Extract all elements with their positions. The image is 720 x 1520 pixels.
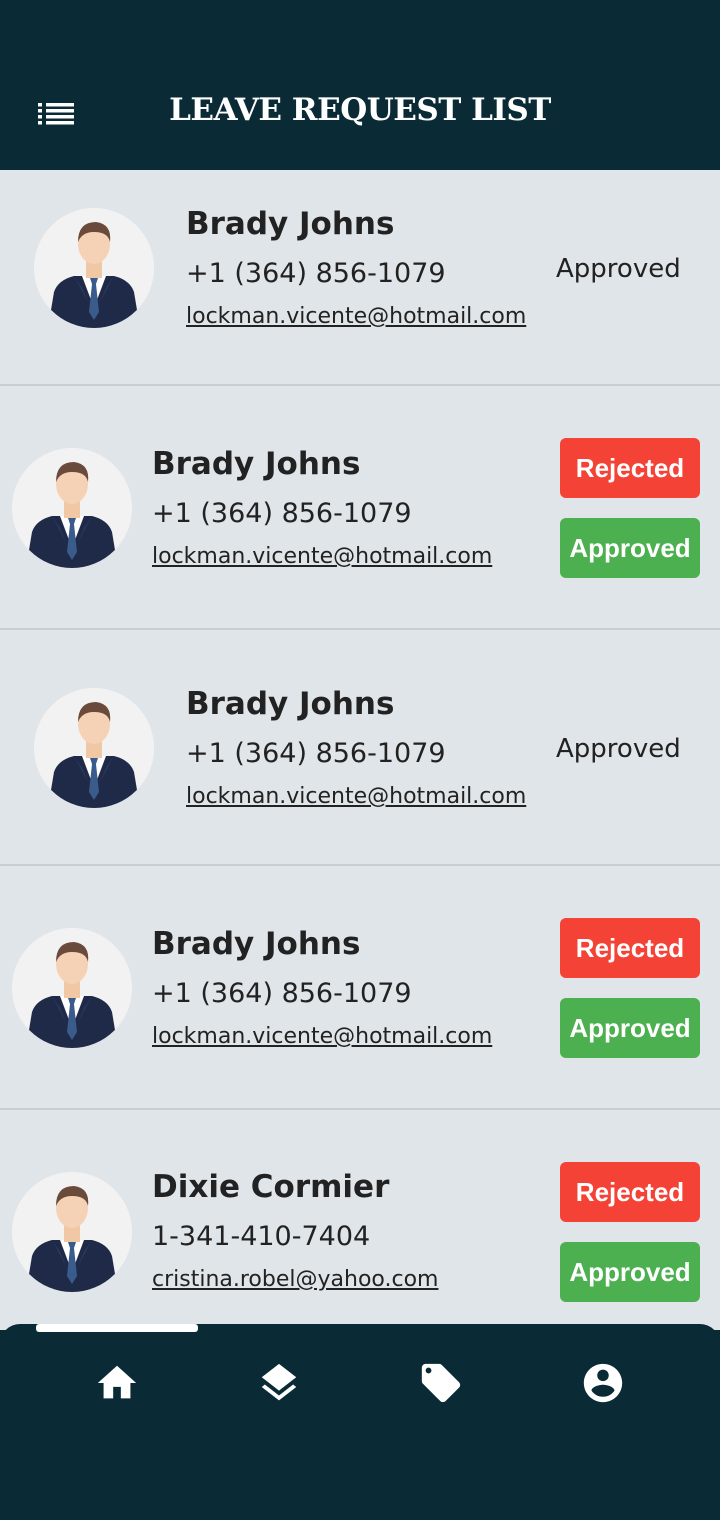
employee-email[interactable]: cristina.robel@yahoo.com	[152, 1267, 438, 1292]
employee-email[interactable]: lockman.vicente@hotmail.com	[152, 1024, 492, 1049]
person-avatar-icon	[34, 208, 154, 328]
app-header: LEAVE REQUEST LIST	[0, 0, 720, 170]
leave-request-list: Brady Johns +1 (364) 856-1079 lockman.vi…	[0, 170, 720, 1330]
avatar	[12, 928, 132, 1048]
avatar	[34, 688, 154, 808]
employee-phone: +1 (364) 856-1079	[152, 978, 412, 1009]
person-avatar-icon	[12, 1172, 132, 1292]
employee-phone: +1 (364) 856-1079	[186, 738, 446, 769]
reject-button[interactable]: Rejected	[560, 438, 700, 498]
employee-name: Brady Johns	[152, 926, 361, 962]
reject-button[interactable]: Rejected	[560, 1162, 700, 1222]
employee-name: Brady Johns	[186, 686, 395, 722]
employee-phone: +1 (364) 856-1079	[186, 258, 446, 289]
person-avatar-icon	[12, 448, 132, 568]
page-title: LEAVE REQUEST LIST	[169, 92, 551, 128]
layers-icon	[261, 1363, 297, 1401]
nav-profile[interactable]	[578, 1358, 628, 1408]
employee-phone: +1 (364) 856-1079	[152, 498, 412, 529]
approve-button[interactable]: Approved	[560, 518, 700, 578]
home-icon	[97, 1365, 137, 1399]
employee-name: Dixie Cormier	[152, 1169, 390, 1205]
active-tab-indicator	[36, 1324, 198, 1332]
leave-request-row[interactable]: Brady Johns +1 (364) 856-1079 lockman.vi…	[0, 170, 720, 386]
employee-name: Brady Johns	[186, 206, 395, 242]
approve-button[interactable]: Approved	[560, 1242, 700, 1302]
leave-request-row[interactable]: Dixie Cormier 1-341-410-7404 cristina.ro…	[0, 1110, 720, 1330]
employee-email[interactable]: lockman.vicente@hotmail.com	[152, 544, 492, 569]
tag-icon	[421, 1363, 461, 1403]
nav-layers[interactable]	[254, 1358, 304, 1408]
bottom-navigation	[0, 1324, 720, 1520]
leave-request-row[interactable]: Brady Johns +1 (364) 856-1079 lockman.vi…	[0, 386, 720, 630]
avatar	[34, 208, 154, 328]
account-circle-icon	[583, 1363, 623, 1403]
leave-request-row[interactable]: Brady Johns +1 (364) 856-1079 lockman.vi…	[0, 866, 720, 1110]
employee-email[interactable]: lockman.vicente@hotmail.com	[186, 304, 526, 329]
avatar	[12, 448, 132, 568]
status-label: Approved	[556, 254, 681, 284]
nav-tags[interactable]	[416, 1358, 466, 1408]
avatar	[12, 1172, 132, 1292]
person-avatar-icon	[34, 688, 154, 808]
person-avatar-icon	[12, 928, 132, 1048]
employee-phone: 1-341-410-7404	[152, 1221, 371, 1252]
nav-home[interactable]	[92, 1358, 142, 1408]
employee-name: Brady Johns	[152, 446, 361, 482]
leave-request-row[interactable]: Brady Johns +1 (364) 856-1079 lockman.vi…	[0, 630, 720, 866]
employee-email[interactable]: lockman.vicente@hotmail.com	[186, 784, 526, 809]
reject-button[interactable]: Rejected	[560, 918, 700, 978]
status-label: Approved	[556, 734, 681, 764]
approve-button[interactable]: Approved	[560, 998, 700, 1058]
